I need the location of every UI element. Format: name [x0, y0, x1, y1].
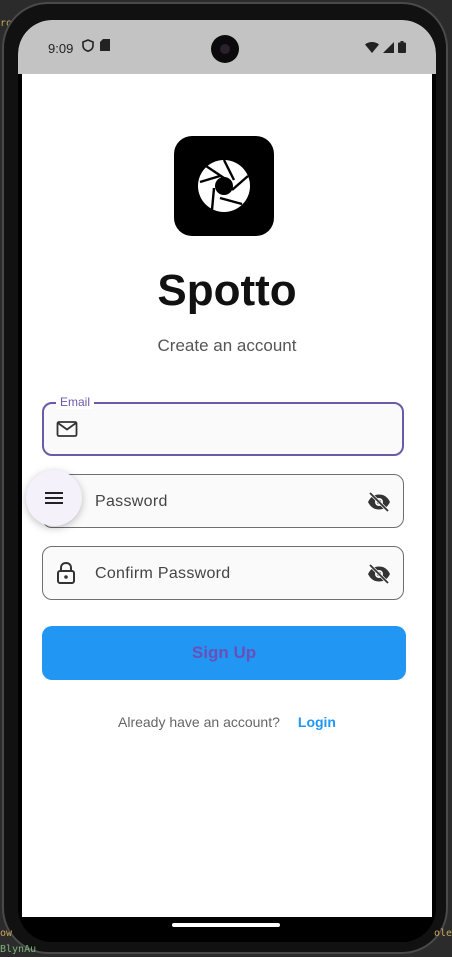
status-icons-right	[365, 41, 406, 53]
phone-frame: 9:09 Spotto Create an account Email Sign…	[2, 2, 448, 954]
page-subtitle: Create an account	[157, 336, 297, 355]
menu-fab[interactable]	[26, 470, 82, 526]
password-field[interactable]	[42, 474, 404, 529]
email-input[interactable]	[94, 404, 358, 456]
battery-icon	[398, 41, 406, 53]
password-input[interactable]	[93, 475, 357, 529]
background-code-text: ole	[433, 928, 452, 939]
front-camera	[211, 35, 239, 63]
email-label: Email	[56, 395, 95, 409]
status-bar: 9:09	[18, 20, 436, 74]
sign-up-button[interactable]: Sign Up	[42, 626, 406, 680]
visibility-off-icon[interactable]	[367, 491, 391, 513]
phone-bezel: 9:09 Spotto Create an account Email Sign…	[18, 20, 436, 942]
app-title: Spotto	[157, 266, 297, 315]
lock-icon	[57, 561, 75, 584]
confirm-password-input[interactable]	[93, 547, 357, 601]
login-link[interactable]: Login	[298, 714, 336, 730]
menu-icon	[45, 492, 63, 504]
app-logo	[174, 136, 274, 236]
background-code-text: BlynAu	[0, 944, 37, 955]
aperture-icon	[198, 159, 250, 212]
visibility-off-icon[interactable]	[367, 563, 391, 585]
confirm-password-field[interactable]	[42, 546, 404, 601]
gesture-nav-area	[18, 917, 436, 942]
signal-icon	[383, 41, 394, 53]
login-prompt-row: Already have an account? Login	[22, 714, 432, 730]
login-prompt-text: Already have an account?	[118, 714, 280, 730]
home-indicator[interactable]	[172, 923, 280, 927]
sim-card-icon	[100, 39, 110, 51]
background-code-text: ow	[0, 928, 13, 939]
status-icons-left	[82, 39, 110, 52]
wifi-icon	[365, 41, 379, 53]
status-time: 9:09	[48, 41, 74, 56]
email-field[interactable]: Email	[42, 395, 404, 456]
shield-icon	[82, 39, 94, 52]
mail-icon	[56, 421, 78, 437]
app-screen: Spotto Create an account Email Sign Up A…	[22, 74, 432, 917]
